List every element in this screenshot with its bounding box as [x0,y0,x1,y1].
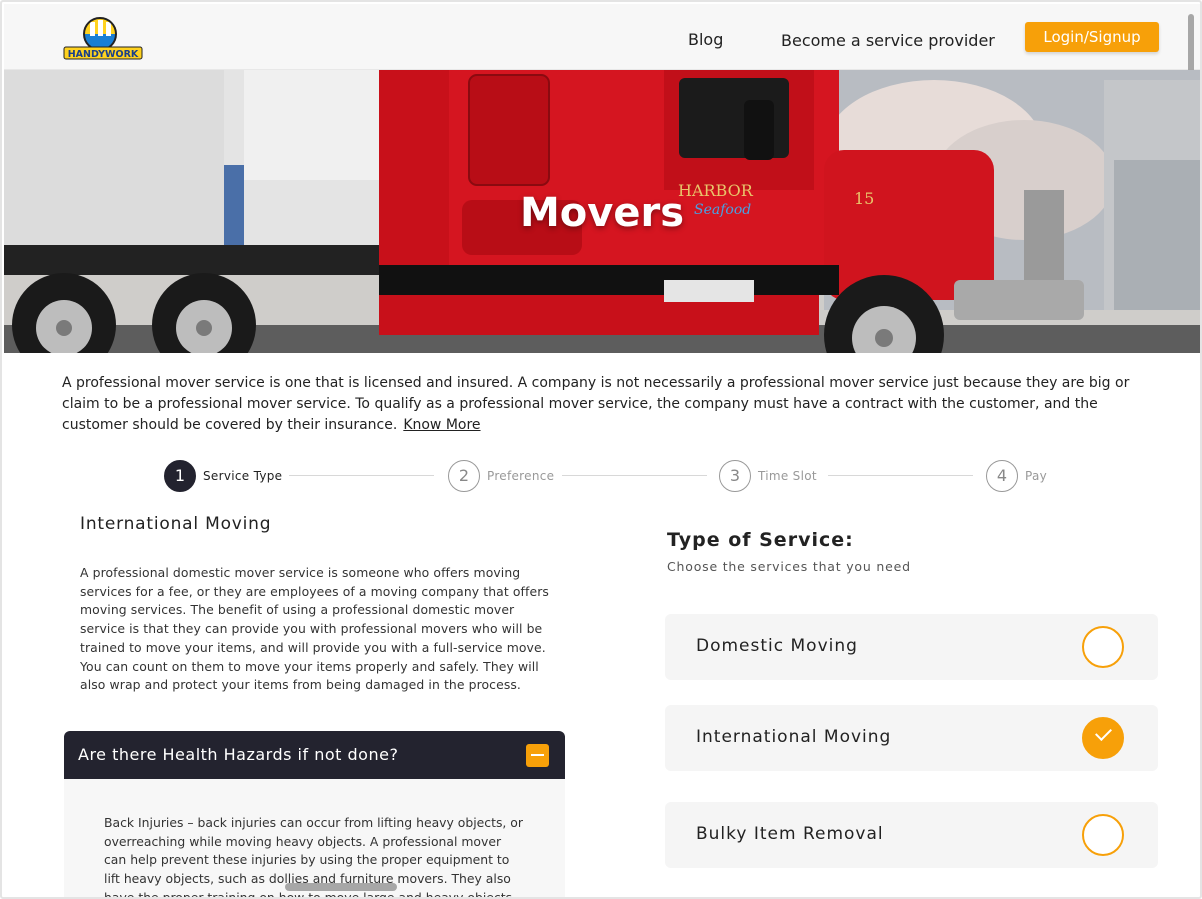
step-2-circle[interactable]: 2 [448,460,480,492]
unchecked-circle-icon[interactable] [1082,626,1124,668]
service-option-domestic[interactable]: Domestic Moving [665,614,1158,680]
step-1-circle[interactable]: 1 [164,460,196,492]
faq-answer-panel: Back Injuries – back injuries can occur … [64,779,565,897]
step-2-label[interactable]: Preference [487,469,554,483]
faq-header[interactable]: Are there Health Hazards if not done? [64,731,565,779]
service-option-label: International Moving [696,727,892,747]
service-detail-title: International Moving [80,514,272,534]
service-type-title: Type of Service: [667,529,854,551]
step-connector [828,475,973,476]
intro-paragraph: A professional mover service is one that… [62,373,1162,436]
collapse-minus-icon[interactable] [526,744,549,767]
logo-text: HANDYWORK [68,49,139,60]
step-4-label[interactable]: Pay [1025,469,1047,483]
hero-title: Movers [519,190,685,236]
horizontal-scrollbar[interactable] [285,883,397,891]
booking-stepper: 1 Service Type 2 Preference 3 Time Slot … [2,460,1200,492]
nav-blog-link[interactable]: Blog [688,30,723,49]
service-option-bulky[interactable]: Bulky Item Removal [665,802,1158,868]
step-connector [562,475,707,476]
step-3-label[interactable]: Time Slot [758,469,817,483]
service-option-label: Bulky Item Removal [696,824,884,844]
unchecked-circle-icon[interactable] [1082,814,1124,856]
service-detail-description: A professional domestic mover service is… [80,565,549,693]
site-header: HANDYWORK Blog Become a service provider… [4,4,1200,122]
nav-become-provider-link[interactable]: Become a service provider [781,31,995,50]
step-4-circle[interactable]: 4 [986,460,1018,492]
service-type-subtitle: Choose the services that you need [667,559,911,574]
step-3-circle[interactable]: 3 [719,460,751,492]
step-1-label[interactable]: Service Type [203,469,282,483]
checkmark-circle-icon[interactable] [1082,717,1124,759]
page-frame: HANDYWORK Blog Become a service provider… [0,0,1202,899]
login-signup-button[interactable]: Login/Signup [1025,22,1159,52]
intro-text: A professional mover service is one that… [62,375,1130,433]
faq-question: Are there Health Hazards if not done? [78,745,399,764]
service-option-label: Domestic Moving [696,636,858,656]
handywork-logo[interactable]: HANDYWORK [62,14,144,60]
know-more-link[interactable]: Know More [403,417,480,433]
step-connector [289,475,434,476]
hero-banner: HARBOR Seafood 15 Movers [4,70,1200,353]
service-option-international[interactable]: International Moving [665,705,1158,771]
